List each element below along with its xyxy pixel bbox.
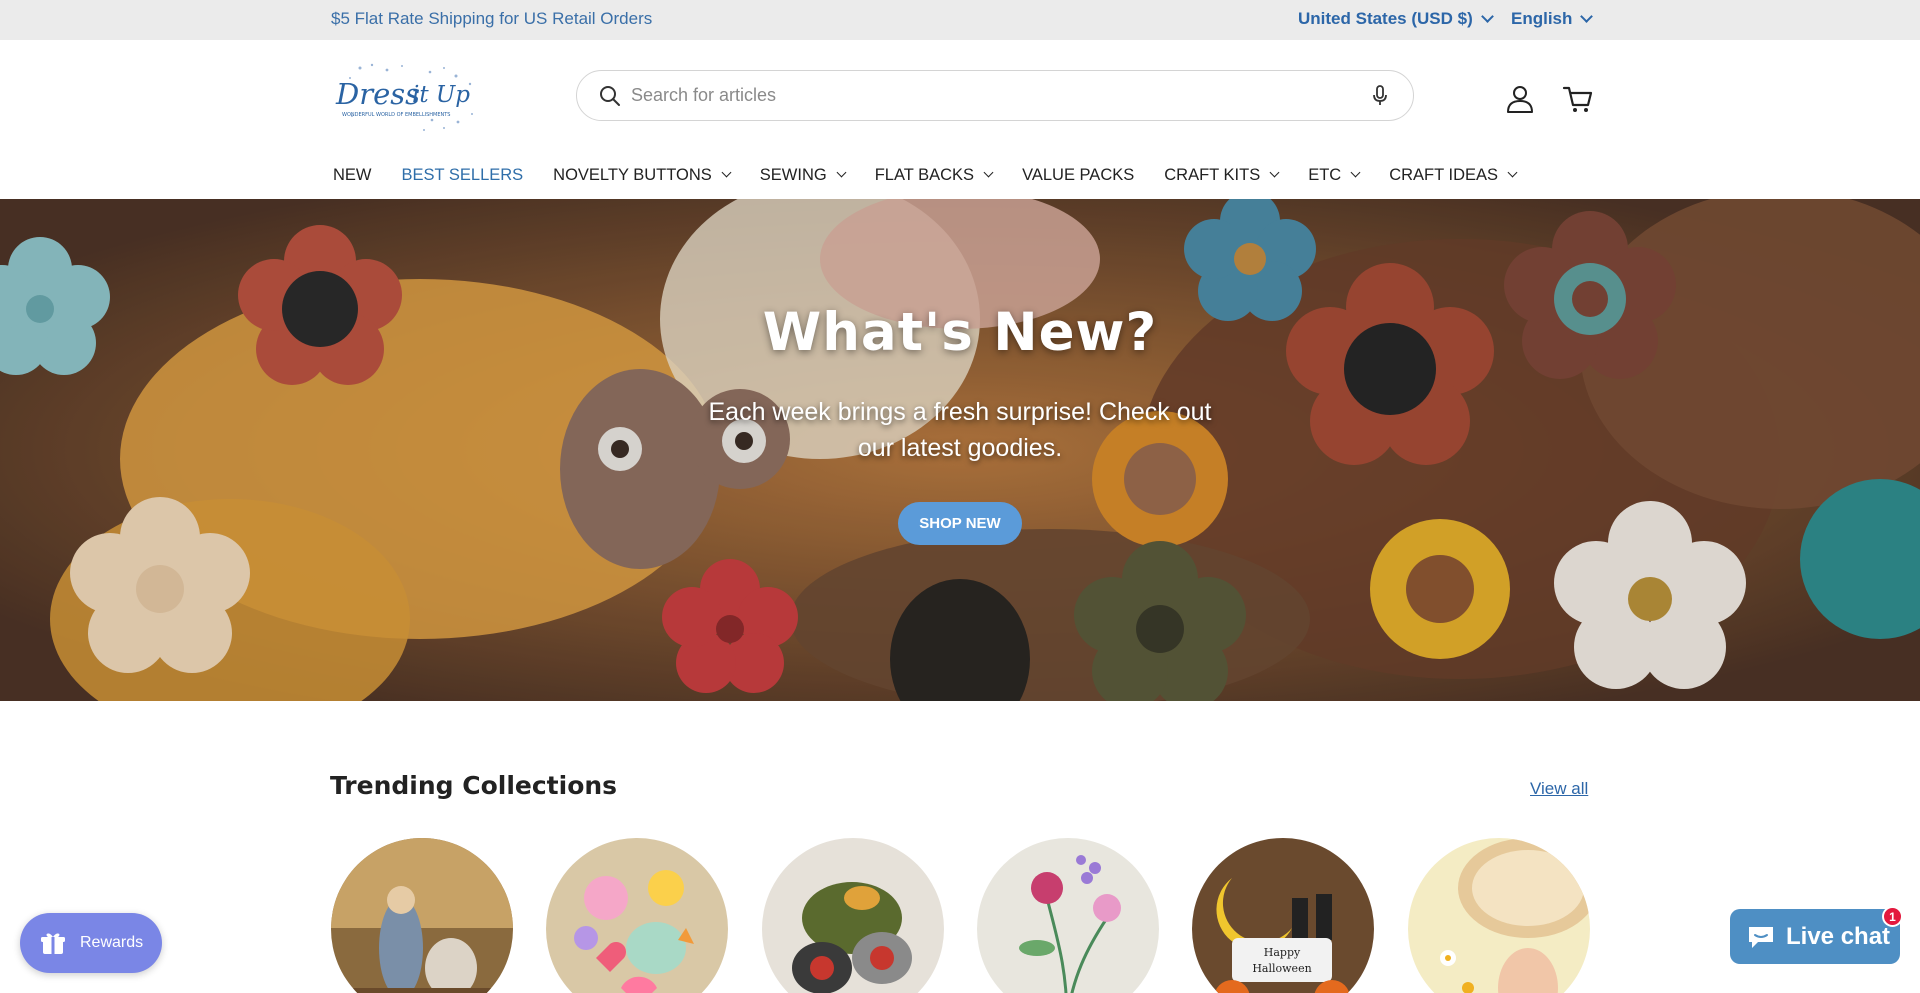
svg-text:Happy: Happy xyxy=(1264,946,1301,959)
nav-value-packs[interactable]: VALUE PACKS xyxy=(1022,166,1134,185)
svg-text:it Up: it Up xyxy=(412,82,470,108)
shop-new-button[interactable]: SHOP NEW xyxy=(898,502,1022,545)
collection-image xyxy=(1408,838,1590,993)
nav-flat-backs[interactable]: FLAT BACKS xyxy=(874,165,994,185)
collection-image: Happy Halloween xyxy=(1192,838,1374,993)
live-chat-button[interactable]: Live chat xyxy=(1730,909,1900,964)
chevron-down-icon xyxy=(721,167,732,178)
language-selector[interactable]: English xyxy=(1511,9,1594,29)
collection-card-wood-craft[interactable] xyxy=(1408,838,1590,993)
collection-card-kawaii[interactable] xyxy=(546,838,728,993)
search-bar[interactable] xyxy=(576,70,1414,121)
nav-sewing[interactable]: SEWING xyxy=(759,165,847,185)
collection-image xyxy=(331,838,513,993)
search-input[interactable] xyxy=(631,71,1331,120)
country-label: United States (USD $) xyxy=(1298,9,1473,28)
rewards-label: Rewards xyxy=(80,934,144,951)
logo-tagline: WONDERFUL WORLD OF EMBELLISHMENTS xyxy=(342,112,450,118)
collection-card-embroidery[interactable] xyxy=(977,838,1159,993)
chevron-down-icon xyxy=(1269,167,1280,178)
account-icon[interactable] xyxy=(1505,84,1535,114)
hero-subtitle: Each week brings a fresh surprise! Check… xyxy=(708,398,1212,462)
main-nav: NEW BEST SELLERS NOVELTY BUTTONS SEWING … xyxy=(333,163,1546,187)
nav-etc[interactable]: ETC xyxy=(1308,165,1361,185)
hero-banner: What's New? Each week brings a fresh sur… xyxy=(0,199,1920,701)
chat-bubble-icon xyxy=(1749,926,1773,948)
chevron-down-icon xyxy=(1480,9,1494,23)
logo-image: Dress it Up WONDERFUL WORLD OF EMBELLISH… xyxy=(335,63,473,131)
chevron-down-icon xyxy=(836,167,847,178)
collection-image xyxy=(546,838,728,993)
collection-image xyxy=(977,838,1159,993)
cart-icon[interactable] xyxy=(1562,84,1594,114)
trending-collections-title: Trending Collections xyxy=(330,771,618,800)
nav-new[interactable]: NEW xyxy=(333,166,372,185)
view-all-link[interactable]: View all xyxy=(1530,779,1588,799)
chevron-down-icon xyxy=(1350,167,1361,178)
chevron-down-icon xyxy=(983,167,994,178)
chat-notification-badge: 1 xyxy=(1882,906,1903,927)
nav-label: FLAT BACKS xyxy=(874,165,975,184)
svg-text:Dress: Dress xyxy=(335,77,420,111)
nav-label: CRAFT KITS xyxy=(1164,165,1261,184)
collection-card-halloween[interactable]: Happy Halloween xyxy=(1192,838,1374,993)
chevron-down-icon xyxy=(1580,9,1594,23)
nav-label: NEW xyxy=(333,165,372,184)
nav-novelty-buttons[interactable]: NOVELTY BUTTONS xyxy=(553,165,732,185)
language-label: English xyxy=(1511,9,1573,28)
search-icon[interactable] xyxy=(599,85,621,107)
gift-icon xyxy=(41,933,65,954)
rewards-button[interactable]: Rewards xyxy=(20,913,162,973)
nav-label: BEST SELLERS xyxy=(401,165,524,184)
nav-label: NOVELTY BUTTONS xyxy=(553,165,712,184)
nav-craft-ideas[interactable]: CRAFT IDEAS xyxy=(1389,165,1518,185)
shipping-announcement: $5 Flat Rate Shipping for US Retail Orde… xyxy=(331,9,653,28)
nav-label: ETC xyxy=(1308,165,1342,184)
collection-image xyxy=(762,838,944,993)
live-chat-label: Live chat xyxy=(1786,922,1891,950)
hero-title: What's New? xyxy=(762,302,1158,363)
announcement-bar: $5 Flat Rate Shipping for US Retail Orde… xyxy=(0,0,1920,40)
chevron-down-icon xyxy=(1507,167,1518,178)
nav-label: VALUE PACKS xyxy=(1022,165,1135,184)
microphone-icon[interactable] xyxy=(1371,84,1389,108)
nav-label: CRAFT IDEAS xyxy=(1389,165,1499,184)
collection-card-nativity[interactable] xyxy=(331,838,513,993)
country-selector[interactable]: United States (USD $) xyxy=(1298,9,1494,29)
nav-best-sellers[interactable]: BEST SELLERS xyxy=(402,166,524,185)
svg-text:Halloween: Halloween xyxy=(1252,962,1311,975)
collection-card-ladybug[interactable] xyxy=(762,838,944,993)
site-logo[interactable]: Dress it Up WONDERFUL WORLD OF EMBELLISH… xyxy=(332,62,492,136)
nav-label: SEWING xyxy=(759,165,827,184)
nav-craft-kits[interactable]: CRAFT KITS xyxy=(1164,165,1280,185)
